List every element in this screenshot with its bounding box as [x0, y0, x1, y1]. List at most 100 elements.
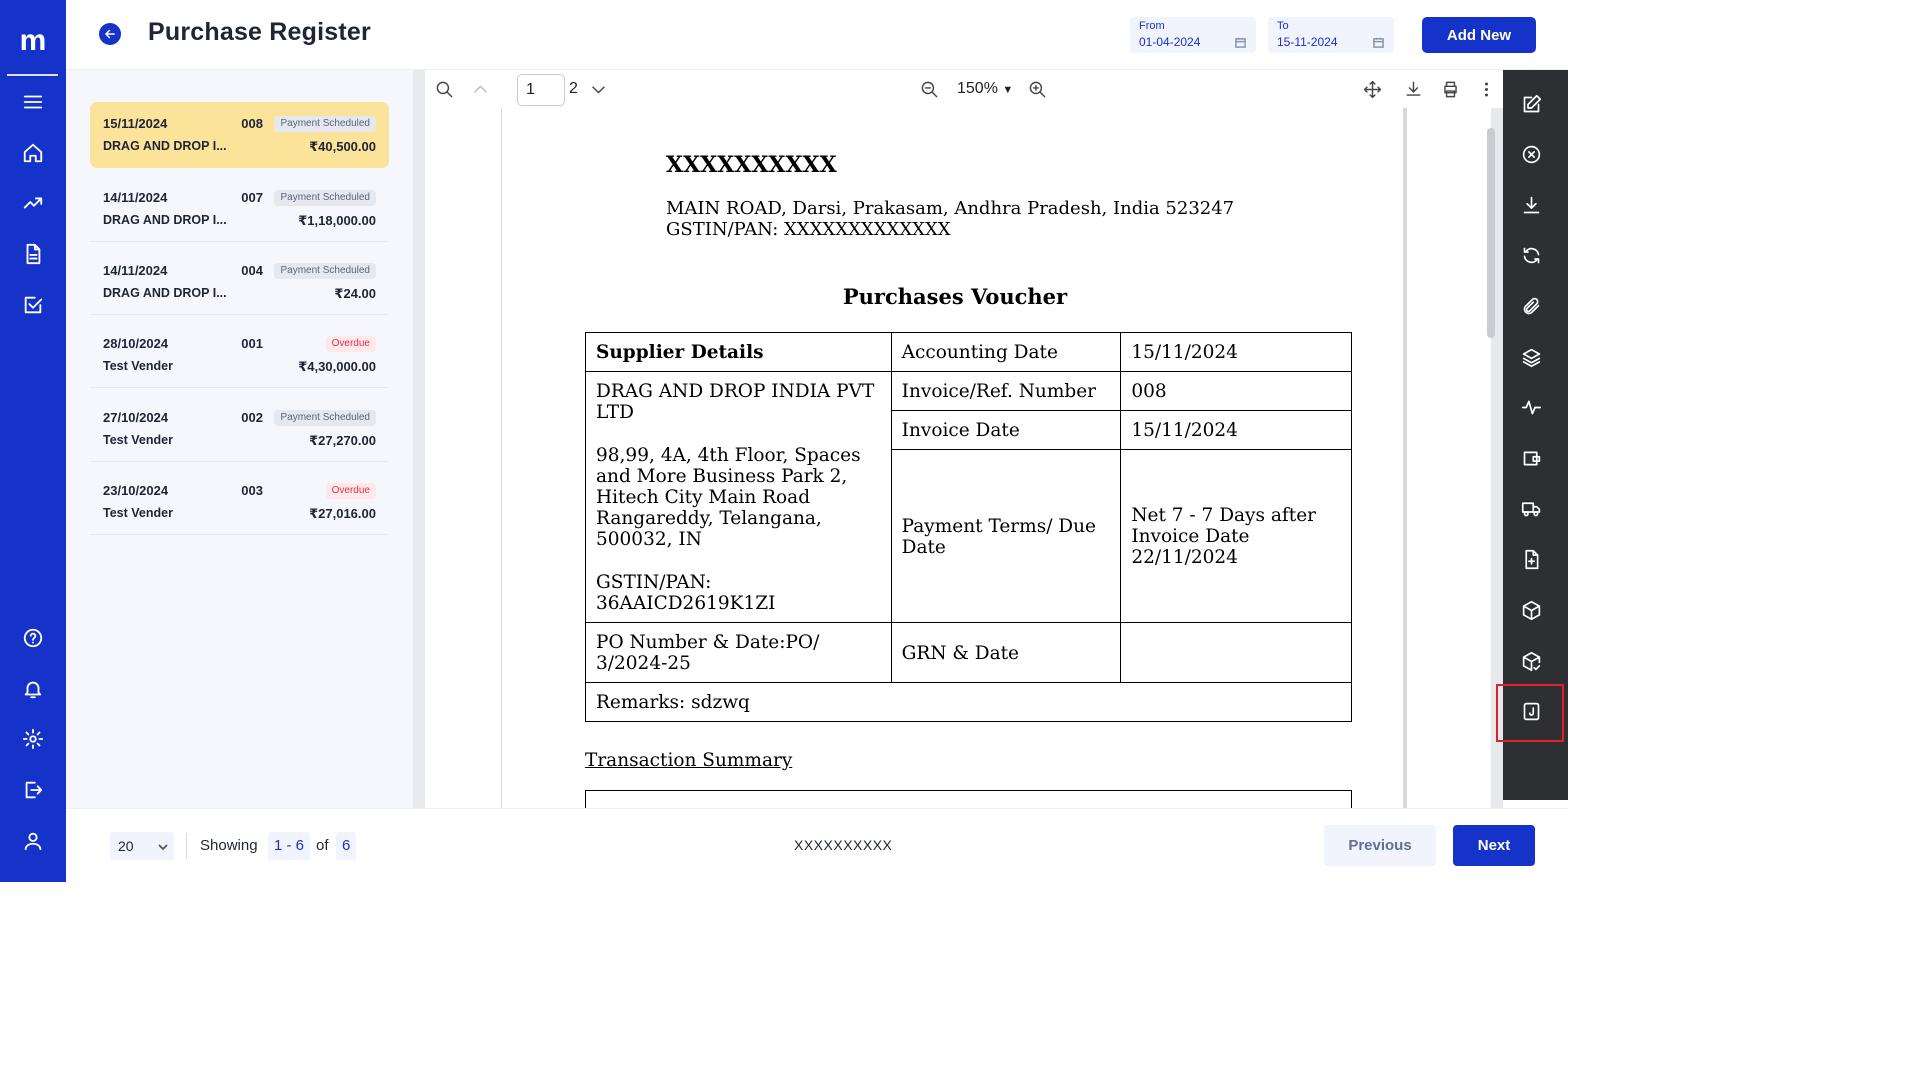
table-row: Supplier Details Accounting Date 15/11/2…: [585, 332, 1352, 372]
status-badge: Payment Scheduled: [274, 190, 376, 206]
purchase-list: 15/11/2024 008 Payment Scheduled DRAG AN…: [66, 70, 413, 808]
table-row: PO Number & Date:PO/ 3/2024-25 GRN & Dat…: [585, 622, 1352, 683]
home-icon[interactable]: [20, 140, 46, 166]
previous-button[interactable]: Previous: [1324, 825, 1436, 866]
invoice-date-value: 15/11/2024: [1120, 410, 1352, 450]
gear-icon[interactable]: [20, 726, 46, 752]
list-item-date: 28/10/2024: [103, 336, 169, 351]
page-title: Purchase Register: [148, 18, 371, 46]
menu-icon[interactable]: [20, 89, 46, 115]
grn-label: GRN & Date: [890, 622, 1122, 683]
trending-up-icon[interactable]: [20, 190, 46, 216]
chevron-down-icon: [158, 844, 168, 851]
refresh-icon[interactable]: [1518, 242, 1544, 268]
highlight-box: [1496, 684, 1564, 742]
accounting-date-label: Accounting Date: [890, 332, 1122, 372]
range-pill: 1 - 6: [268, 832, 311, 860]
app-logo[interactable]: m: [0, 26, 66, 56]
pdf-viewer: 1 2 150% ▼ XXXXXXXXXX MAIN ROAD, Darsi, …: [413, 70, 1503, 808]
zoom-in-icon[interactable]: [1026, 78, 1048, 100]
supplier-name: DRAG AND DROP INDIA PVT LTD: [596, 381, 875, 423]
next-button[interactable]: Next: [1453, 825, 1535, 866]
vertical-scrollbar[interactable]: [1487, 108, 1495, 808]
edit-icon[interactable]: [1518, 91, 1544, 117]
zoom-select[interactable]: 150% ▼: [957, 80, 1013, 98]
doc-heading: Purchases Voucher: [842, 284, 1068, 309]
voucher-table: Supplier Details Accounting Date 15/11/2…: [585, 332, 1352, 722]
to-date-field[interactable]: To 15-11-2024: [1268, 17, 1394, 53]
payment-terms-label: Payment Terms/ Due Date: [890, 449, 1122, 623]
doc-address-line: MAIN ROAD, Darsi, Prakasam, Andhra Prade…: [666, 198, 1235, 219]
table-row: Remarks: sdzwq: [585, 682, 1352, 722]
list-item-amount: ₹4,30,000.00: [298, 359, 376, 374]
of-label: of: [316, 837, 329, 854]
more-vertical-icon[interactable]: [1475, 78, 1497, 100]
summary-table-partial: [585, 790, 1352, 808]
table-row: DRAG AND DROP INDIA PVT LTD 98,99, 4A, 4…: [585, 371, 1352, 623]
activity-icon[interactable]: [1518, 394, 1544, 420]
add-new-button[interactable]: Add New: [1422, 17, 1536, 53]
cancel-circle-icon[interactable]: [1518, 141, 1544, 167]
package-check-icon[interactable]: [1518, 648, 1544, 674]
scrollbar-thumb[interactable]: [1487, 128, 1495, 338]
calendar-icon[interactable]: [1373, 37, 1384, 48]
caret-down-icon: ▼: [1002, 84, 1014, 96]
list-item[interactable]: 28/10/2024 001 Overdue Test Vender ₹4,30…: [90, 322, 389, 388]
grn-value: [1120, 622, 1352, 683]
doc-gstin-line: GSTIN/PAN: XXXXXXXXXXXXX: [666, 219, 951, 240]
from-date-label: From: [1139, 20, 1165, 32]
status-badge: Payment Scheduled: [274, 263, 376, 279]
list-item[interactable]: 14/11/2024 007 Payment Scheduled DRAG AN…: [90, 176, 389, 242]
supplier-details-label: Supplier Details: [585, 332, 892, 372]
search-icon[interactable]: [433, 78, 455, 100]
list-item-vendor: DRAG AND DROP I...: [103, 213, 227, 227]
document-icon[interactable]: [20, 241, 46, 267]
list-item[interactable]: 14/11/2024 004 Payment Scheduled DRAG AN…: [90, 249, 389, 315]
pdf-toolbar: 1 2 150% ▼: [425, 70, 1503, 108]
download-icon[interactable]: [1402, 78, 1424, 100]
chevron-up-icon[interactable]: [469, 78, 491, 100]
to-date-value: 15-11-2024: [1277, 35, 1338, 49]
list-item[interactable]: 15/11/2024 008 Payment Scheduled DRAG AN…: [90, 102, 389, 168]
chevron-down-icon[interactable]: [587, 78, 609, 100]
logout-icon[interactable]: [20, 777, 46, 803]
back-button[interactable]: [99, 23, 121, 45]
status-badge: Payment Scheduled: [274, 410, 376, 426]
wallet-icon[interactable]: [1518, 445, 1544, 471]
calendar-icon[interactable]: [1235, 37, 1246, 48]
move-icon[interactable]: [1361, 78, 1383, 100]
app-root: m Purchase Register From 01-04-2024 To 1…: [0, 0, 1568, 882]
help-icon[interactable]: [20, 625, 46, 651]
to-date-label: To: [1277, 20, 1289, 32]
checkbox-icon[interactable]: [20, 292, 46, 318]
bell-icon[interactable]: [20, 676, 46, 702]
supplier-address: 98,99, 4A, 4th Floor, Spaces and More Bu…: [596, 445, 861, 550]
showing-label: Showing: [200, 837, 258, 854]
status-badge: Payment Scheduled: [274, 116, 376, 132]
list-item[interactable]: 23/10/2024 003 Overdue Test Vender ₹27,0…: [90, 469, 389, 535]
list-item[interactable]: 27/10/2024 002 Payment Scheduled Test Ve…: [90, 396, 389, 462]
user-icon[interactable]: [20, 828, 46, 854]
truck-icon[interactable]: [1518, 495, 1544, 521]
from-date-field[interactable]: From 01-04-2024: [1130, 17, 1256, 53]
attachment-icon[interactable]: [1518, 293, 1544, 319]
zoom-out-icon[interactable]: [918, 78, 940, 100]
list-item-amount: ₹27,016.00: [309, 506, 376, 521]
left-nav: m: [0, 0, 66, 882]
print-icon[interactable]: [1439, 78, 1461, 100]
download-icon[interactable]: [1518, 192, 1544, 218]
pdf-scroll-area[interactable]: XXXXXXXXXX MAIN ROAD, Darsi, Prakasam, A…: [425, 108, 1491, 808]
list-item-date: 23/10/2024: [103, 483, 169, 498]
supplier-details-cell: DRAG AND DROP INDIA PVT LTD 98,99, 4A, 4…: [585, 371, 892, 623]
package-icon[interactable]: [1518, 597, 1544, 623]
page-number-input[interactable]: 1: [517, 74, 565, 106]
per-page-select[interactable]: 20: [110, 832, 174, 860]
layers-icon[interactable]: [1518, 344, 1544, 370]
from-date-value: 01-04-2024: [1139, 35, 1201, 49]
accounting-date-value: 15/11/2024: [1120, 332, 1352, 372]
list-item-date: 14/11/2024: [103, 263, 168, 278]
list-item-vendor: DRAG AND DROP I...: [103, 286, 227, 300]
arrow-left-icon: [105, 29, 115, 39]
file-add-icon[interactable]: [1518, 546, 1544, 572]
supplier-gstin: 36AAICD2619K1ZI: [596, 593, 776, 614]
